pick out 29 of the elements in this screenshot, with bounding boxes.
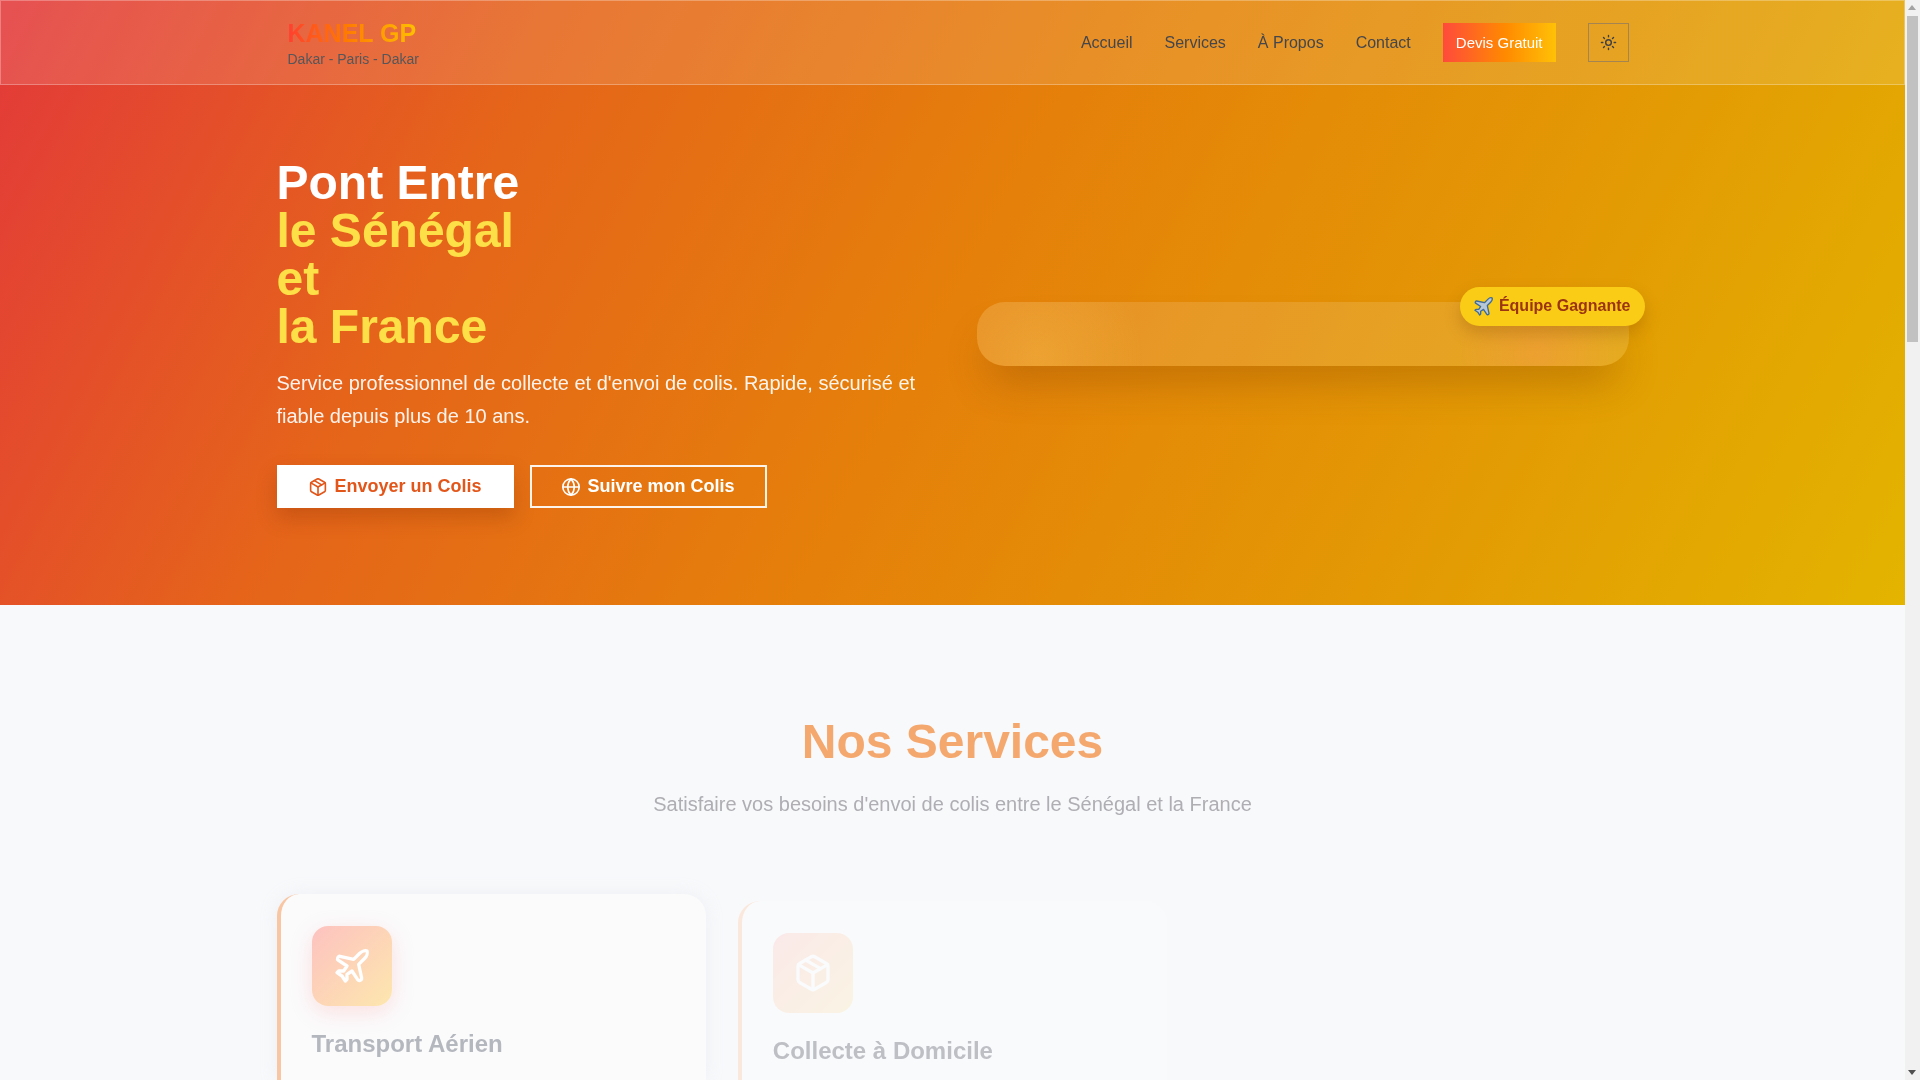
heading-line: et: [276, 255, 320, 303]
send-parcel-button[interactable]: Envoyer un Colis: [276, 465, 514, 508]
box-icon: [308, 477, 327, 496]
arrow-down-icon[interactable]: [1908, 1070, 1916, 1075]
sun-icon: [1599, 34, 1617, 51]
quote-button[interactable]: Devis Gratuit: [1442, 23, 1556, 62]
card-title: Transport Aérien: [311, 1029, 504, 1059]
airplane-icon: [1473, 296, 1493, 316]
scrollbar[interactable]: [1905, 0, 1920, 1080]
section-subtitle: Satisfaire vos besoins d'envoi de colis entre le Sénégal et la France: [653, 792, 1252, 817]
section-heading: Nos Services: [801, 714, 1104, 770]
globe-icon: [561, 477, 580, 496]
nav-link[interactable]: Contact: [1355, 32, 1411, 53]
box-icon: [772, 933, 853, 1013]
card-title: Collecte à Domicile: [772, 1036, 994, 1066]
nav-link[interactable]: Accueil: [1080, 32, 1133, 53]
arrow-up-icon[interactable]: [1908, 5, 1916, 10]
heading-line: le Sénégal: [276, 207, 514, 255]
track-parcel-button[interactable]: Suivre mon Colis: [529, 465, 767, 508]
heading-line: Pont Entre: [276, 159, 520, 207]
hero-description: Service professionnel de collecte et d'envoi de colis. Rapide, sécurisé et fiable depuis plus de 10 ans.: [276, 371, 917, 429]
scrollbar-thumb[interactable]: [1907, 16, 1918, 342]
team-label: Équipe Gagnante: [1498, 297, 1631, 315]
nav-link[interactable]: À Propos: [1257, 32, 1324, 53]
nav-link[interactable]: Services: [1164, 32, 1226, 53]
theme-toggle-button[interactable]: [1587, 23, 1629, 62]
tagline: Dakar - Paris - Dakar: [287, 49, 419, 68]
heading-line: la France: [276, 303, 488, 351]
airplane-icon: [311, 926, 392, 1006]
